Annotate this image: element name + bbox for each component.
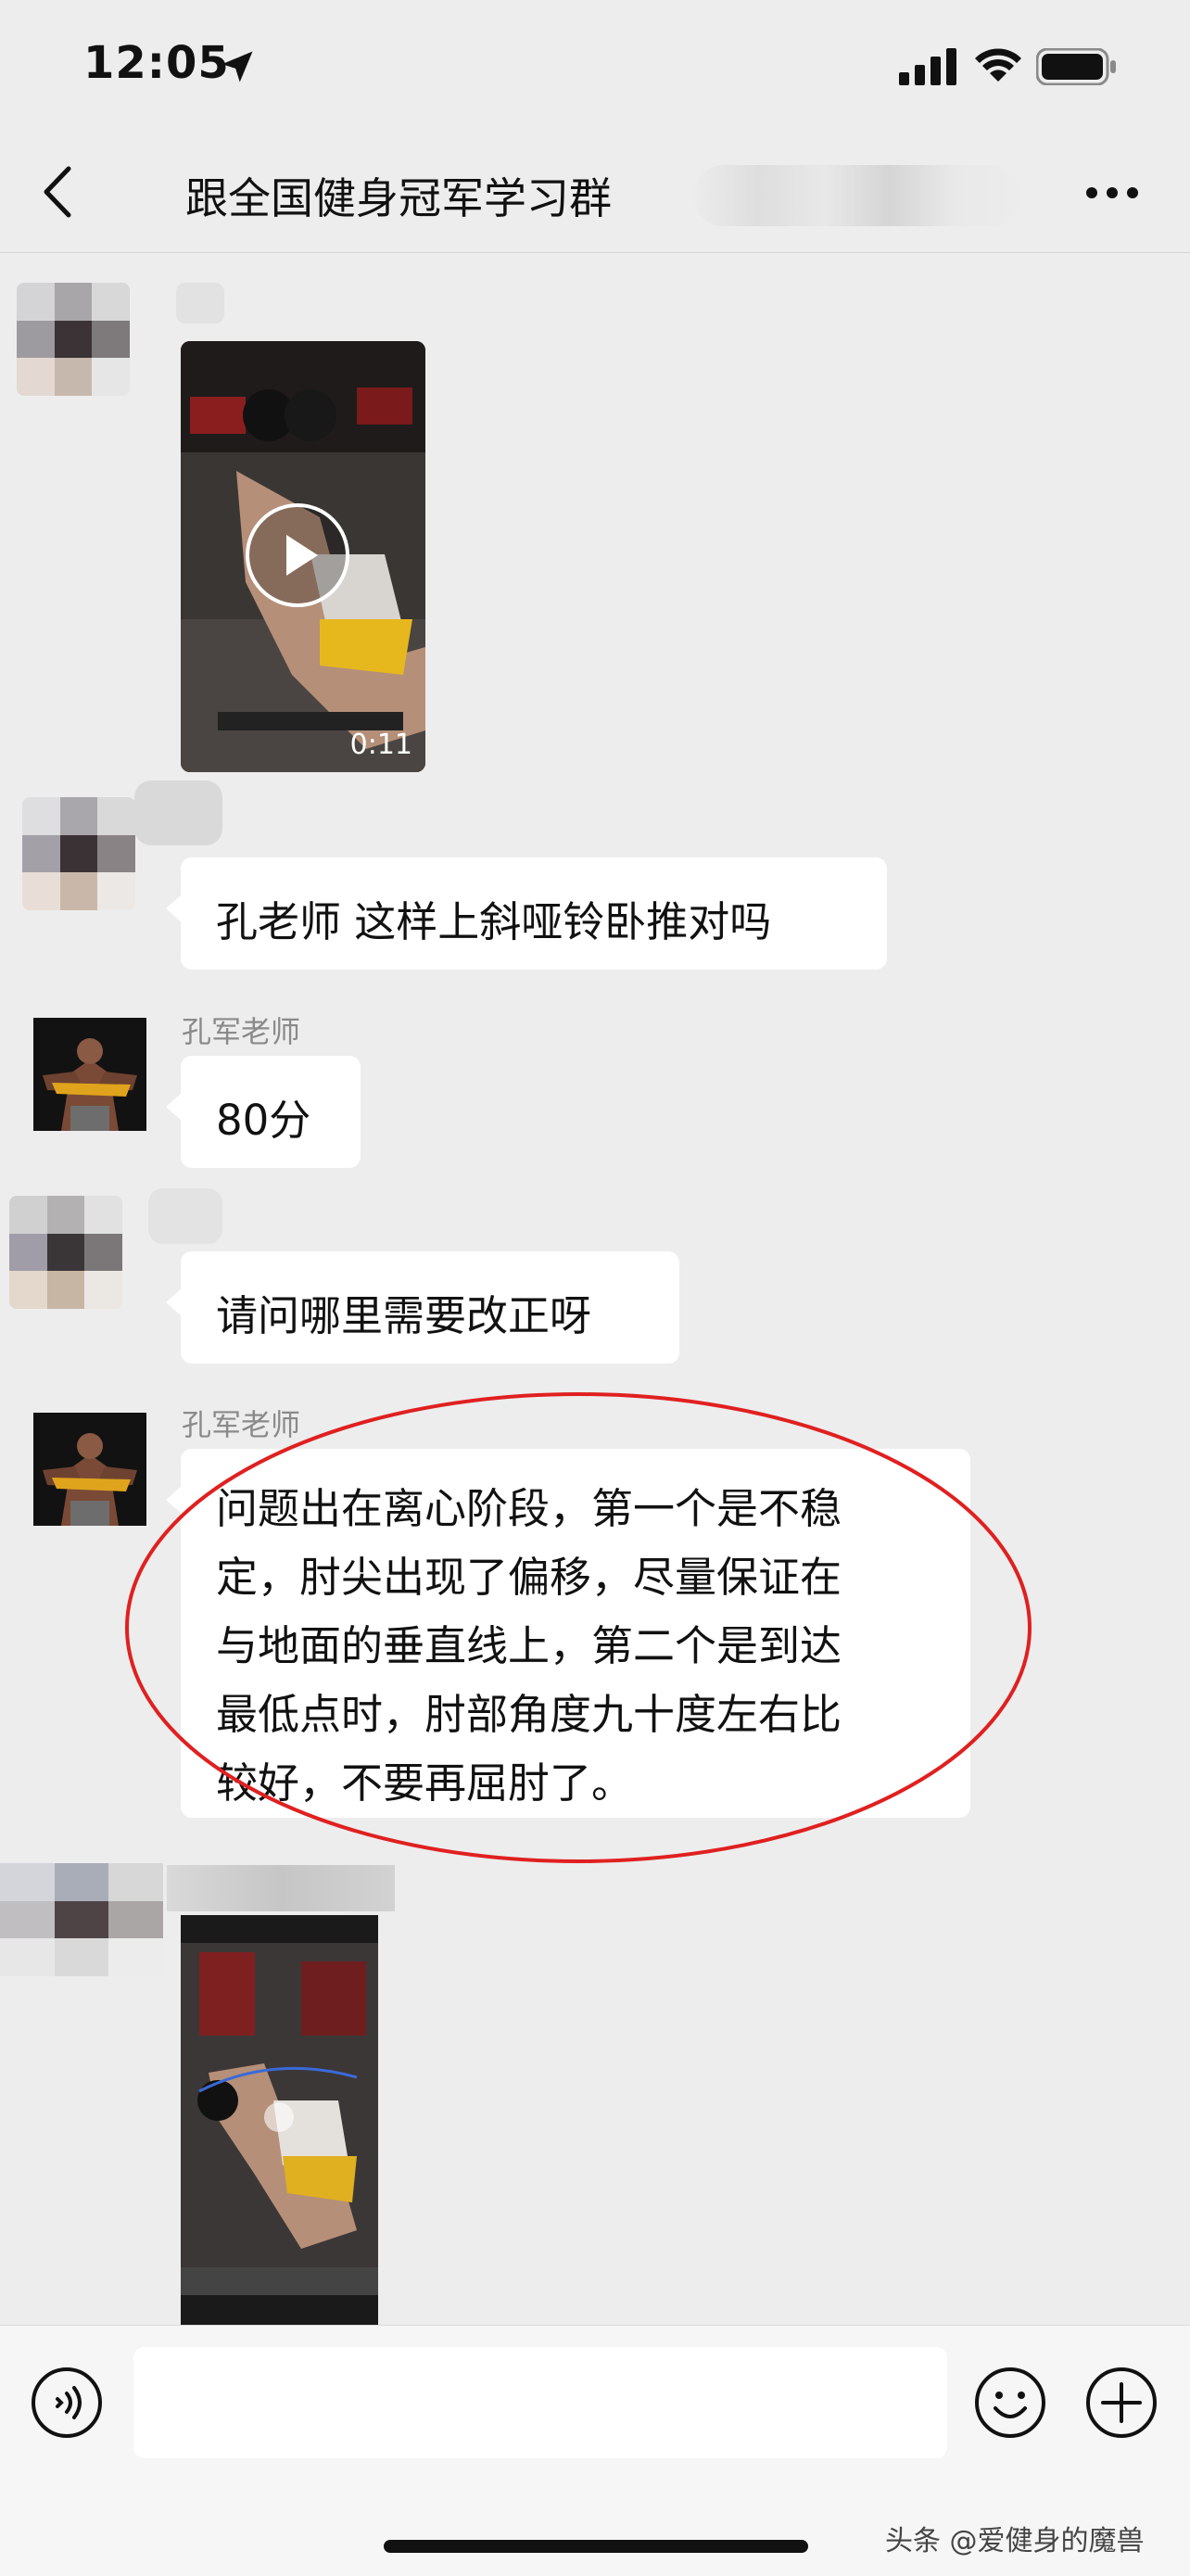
status-time: 12:05	[83, 37, 230, 89]
home-indicator[interactable]	[384, 2540, 808, 2553]
battery-icon	[1036, 48, 1116, 85]
blurred-member-count	[693, 165, 1019, 226]
avatar-blurred[interactable]	[17, 283, 130, 396]
avatar-teacher[interactable]	[33, 1018, 146, 1131]
avatar-blurred[interactable]	[22, 797, 135, 910]
wifi-icon	[975, 48, 1021, 82]
cellular-signal-icon	[899, 48, 956, 85]
add-more-icon[interactable]	[1084, 2366, 1158, 2440]
sender-name: 孔军老师	[182, 1014, 301, 1049]
video-duration: 0:11	[349, 729, 412, 761]
video-thumbnail	[181, 1915, 378, 2325]
blurred-sender-name	[134, 780, 222, 845]
message-text: 80分	[216, 1096, 311, 1145]
message-bubble[interactable]: 80分	[166, 1056, 361, 1168]
emoji-icon[interactable]	[973, 2366, 1047, 2440]
avatar-blurred[interactable]	[9, 1196, 122, 1309]
video-message[interactable]: 0:11	[181, 341, 425, 772]
red-highlight-ellipse	[125, 1392, 1032, 1863]
message-text: 孔老师 这样上斜哑铃卧推对吗	[216, 897, 772, 946]
more-options-icon[interactable]	[1084, 182, 1140, 204]
play-button[interactable]	[246, 503, 349, 607]
message-bubble[interactable]: 孔老师 这样上斜哑铃卧推对吗	[166, 857, 887, 970]
back-chevron-icon[interactable]	[37, 159, 78, 224]
video-message[interactable]	[181, 1915, 378, 2325]
message-input[interactable]	[133, 2347, 947, 2458]
blurred-sender-name	[148, 1188, 222, 1244]
avatar-blurred[interactable]	[0, 1863, 163, 1976]
chat-title: 跟全国健身冠军学习群	[185, 173, 612, 223]
avatar-image	[33, 1018, 146, 1131]
location-arrow-icon	[222, 51, 253, 82]
message-text: 请问哪里需要改正呀	[216, 1291, 592, 1340]
blurred-sender-name	[167, 1865, 395, 1911]
play-icon	[286, 535, 318, 576]
voice-input-icon[interactable]	[30, 2366, 104, 2440]
message-bubble[interactable]: 请问哪里需要改正呀	[166, 1251, 679, 1364]
watermark: 头条 @爱健身的魔兽	[885, 2525, 1145, 2557]
blurred-sender-name	[176, 283, 224, 324]
